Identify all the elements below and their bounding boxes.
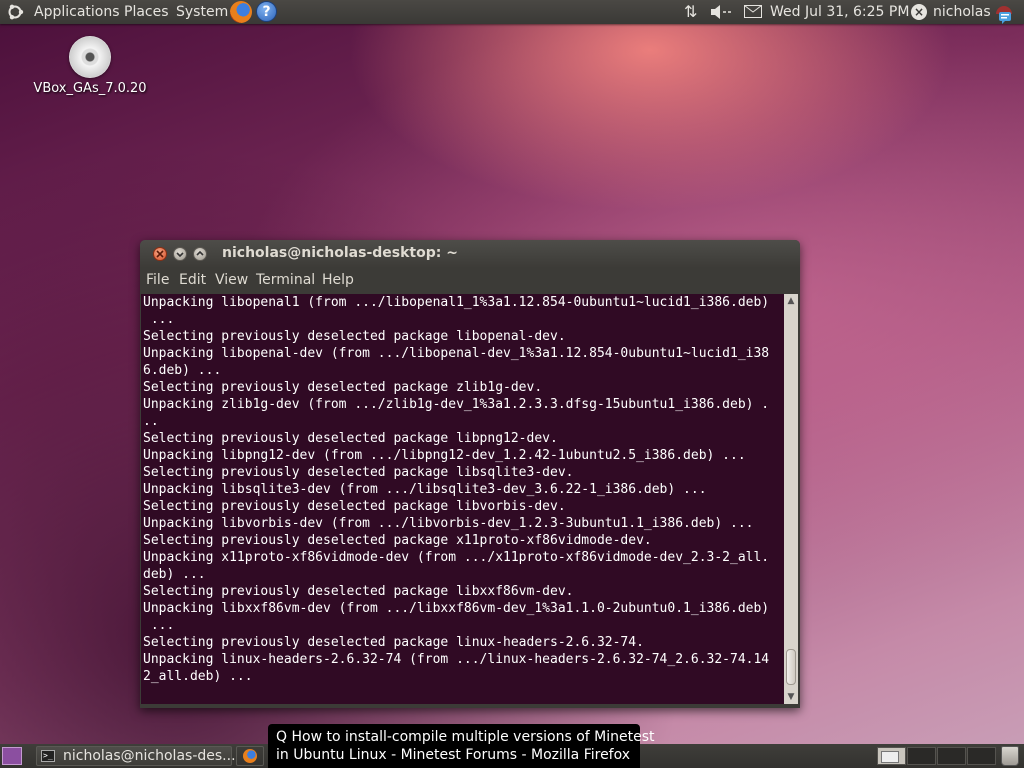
top-panel: Applications Places System ? ⇅ Wed Jul 3… <box>0 0 1024 24</box>
workspace-4[interactable] <box>967 747 996 765</box>
terminal-line: deb) ... <box>143 567 206 582</box>
close-button[interactable] <box>153 247 167 261</box>
firefox-launcher-icon[interactable] <box>230 1 252 23</box>
terminal-line: Selecting previously deselected package … <box>143 329 566 344</box>
workspace-1[interactable] <box>877 747 906 765</box>
terminal-line: Selecting previously deselected package … <box>143 533 652 548</box>
terminal-line: .. <box>143 414 159 429</box>
minimize-button[interactable] <box>173 247 187 261</box>
menu-edit[interactable]: Edit <box>179 272 206 288</box>
terminal-line: Unpacking libxxf86vm-dev (from .../libxx… <box>143 601 770 616</box>
mail-icon[interactable] <box>744 5 762 18</box>
tooltip-line: in Ubuntu Linux - Minetest Forums - Mozi… <box>276 747 631 763</box>
terminal-line: Unpacking x11proto-xf86vidmode-dev (from… <box>143 550 770 565</box>
menu-help[interactable]: Help <box>322 272 354 288</box>
power-notification-icon[interactable] <box>993 2 1015 24</box>
terminal-line: Selecting previously deselected package … <box>143 380 543 395</box>
scroll-up-arrow-icon[interactable]: ▲ <box>784 294 798 308</box>
help-launcher-icon[interactable]: ? <box>256 1 277 22</box>
scrollbar-thumb[interactable] <box>786 649 796 685</box>
terminal-line: ... <box>143 312 175 327</box>
tooltip-line: Q How to install-compile multiple versio… <box>276 729 655 745</box>
terminal-icon: >_ <box>41 750 55 762</box>
cd-icon <box>69 36 111 78</box>
maximize-button[interactable] <box>193 247 207 261</box>
window-title: nicholas@nicholas-desktop: ~ <box>222 245 458 261</box>
terminal-line: Unpacking libpng12-dev (from .../libpng1… <box>143 448 746 463</box>
taskbar-item-label: nicholas@nicholas-des... <box>63 748 236 764</box>
user-status-icon[interactable]: × <box>911 4 927 20</box>
workspace-2[interactable] <box>907 747 936 765</box>
terminal-line: Unpacking libsqlite3-dev (from .../libsq… <box>143 482 707 497</box>
scroll-down-arrow-icon[interactable]: ▼ <box>784 690 798 704</box>
window-titlebar[interactable]: nicholas@nicholas-desktop: ~ <box>140 240 800 268</box>
applications-menu[interactable]: Applications <box>34 3 120 21</box>
show-desktop-button[interactable] <box>2 747 22 765</box>
terminal-line: Unpacking libvorbis-dev (from .../libvor… <box>143 516 754 531</box>
workspace-3[interactable] <box>937 747 966 765</box>
terminal-line: Selecting previously deselected package … <box>143 635 644 650</box>
user-menu[interactable]: nicholas <box>933 3 991 21</box>
terminal-output[interactable]: Unpacking libopenal1 (from .../libopenal… <box>141 294 784 704</box>
trash-icon[interactable] <box>1001 746 1019 766</box>
terminal-text: Unpacking libopenal1 (from .../libopenal… <box>141 294 784 685</box>
places-menu[interactable]: Places <box>124 3 169 21</box>
menu-terminal[interactable]: Terminal <box>256 272 315 288</box>
terminal-line: 6.deb) ... <box>143 363 222 378</box>
taskbar-item-firefox[interactable] <box>236 746 264 766</box>
ubuntu-logo-icon[interactable] <box>6 3 24 21</box>
terminal-line: Selecting previously deselected package … <box>143 431 558 446</box>
desktop-icon-vbox-gas[interactable]: VBox_GAs_7.0.20 <box>30 36 150 96</box>
network-icon[interactable]: ⇅ <box>684 3 702 21</box>
terminal-line: 2_all.deb) ... <box>143 669 253 684</box>
menu-view[interactable]: View <box>215 272 248 288</box>
taskbar-tooltip: Q How to install-compile multiple versio… <box>268 724 655 768</box>
system-menu[interactable]: System <box>176 3 228 21</box>
terminal-line: Unpacking zlib1g-dev (from .../zlib1g-de… <box>143 397 770 412</box>
desktop-icon-label: VBox_GAs_7.0.20 <box>33 81 147 96</box>
menu-file[interactable]: File <box>146 272 169 288</box>
clock[interactable]: Wed Jul 31, 6:25 PM <box>770 3 909 21</box>
terminal-window: nicholas@nicholas-desktop: ~ File Edit V… <box>140 240 800 708</box>
volume-icon[interactable] <box>710 4 734 20</box>
terminal-line: ... <box>143 618 175 633</box>
terminal-line: Selecting previously deselected package … <box>143 499 566 514</box>
terminal-line: Unpacking linux-headers-2.6.32-74 (from … <box>143 652 770 667</box>
terminal-menubar: File Edit View Terminal Help <box>140 268 800 292</box>
terminal-line: Unpacking libopenal1 (from .../libopenal… <box>143 295 770 310</box>
vertical-scrollbar[interactable]: ▲ ▼ <box>784 294 798 704</box>
terminal-line: Selecting previously deselected package … <box>143 584 574 599</box>
terminal-line: Selecting previously deselected package … <box>143 465 574 480</box>
terminal-line: Unpacking libopenal-dev (from .../libope… <box>143 346 770 361</box>
firefox-icon <box>243 749 257 763</box>
taskbar-item-terminal[interactable]: >_ nicholas@nicholas-des... <box>36 746 236 766</box>
